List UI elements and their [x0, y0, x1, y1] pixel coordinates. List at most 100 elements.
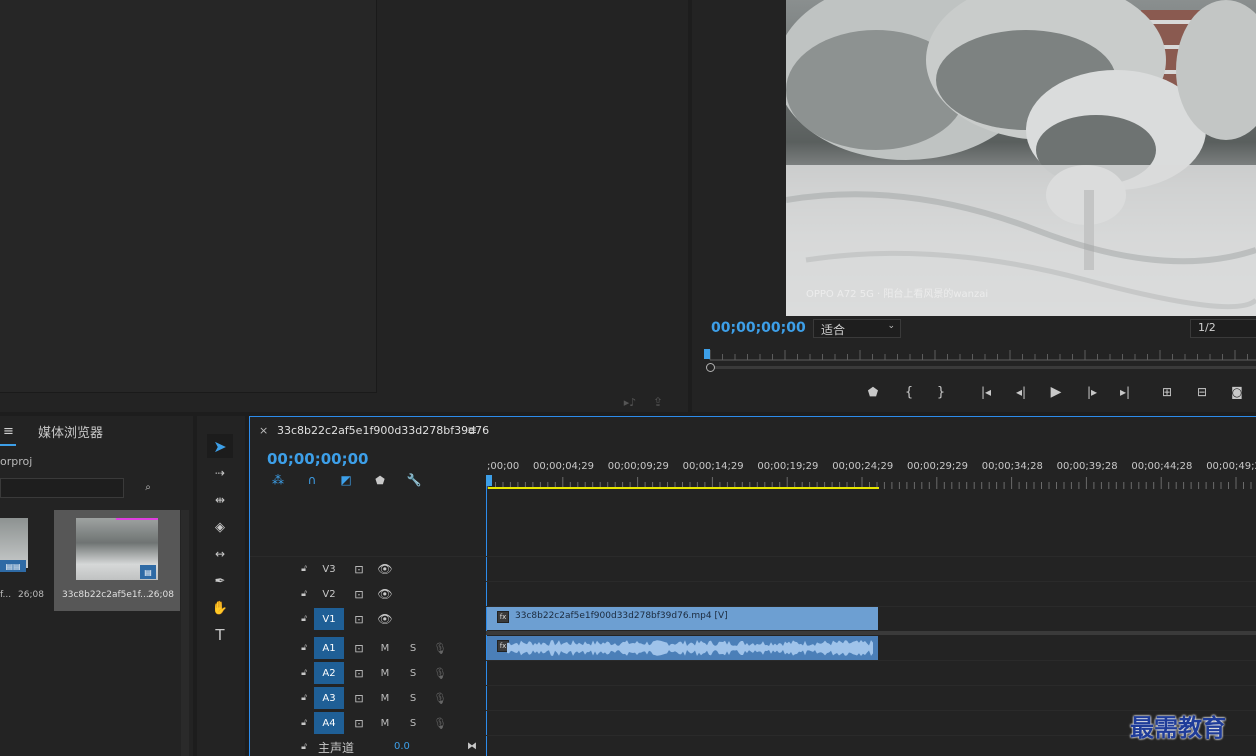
- lock-icon[interactable]: 🔓︎: [298, 691, 310, 705]
- type-tool-icon[interactable]: T: [207, 624, 233, 646]
- sync-lock-icon[interactable]: ⊡: [350, 586, 368, 602]
- track-target-v2[interactable]: V2: [314, 583, 344, 605]
- tab-media-browser[interactable]: 媒体浏览器: [38, 422, 103, 441]
- lift-icon[interactable]: ⊞: [1157, 384, 1177, 400]
- lock-icon[interactable]: 🔓︎: [298, 562, 310, 576]
- ruler-ticks: [709, 350, 1256, 361]
- sync-lock-icon[interactable]: ⊡: [350, 640, 368, 656]
- mute-button[interactable]: M: [378, 665, 392, 681]
- video-clip[interactable]: fx 33c8b22c2af5e1f900d33d278bf39d76.mp4 …: [487, 607, 878, 630]
- nest-icon[interactable]: ⁂: [270, 472, 286, 488]
- microphone-icon[interactable]: 🎙︎: [432, 715, 448, 731]
- wrench-icon[interactable]: 🔧: [406, 472, 422, 488]
- media-item-2[interactable]: ▤ 33c8b22c2af5e1f... 26;08: [54, 510, 180, 611]
- go-to-end-icon[interactable]: ⧓: [464, 739, 480, 753]
- ripple-edit-tool-icon[interactable]: ⇹: [207, 489, 233, 511]
- program-timecode[interactable]: 00;00;00;00: [711, 320, 806, 336]
- track-target-a1[interactable]: A1: [314, 637, 344, 659]
- mute-button[interactable]: M: [378, 715, 392, 731]
- project-panel: ≡ 媒体浏览器 orproj ⌕ ▤▤ f... 26;08 ▤ 33c8b22…: [0, 416, 193, 756]
- step-forward-icon[interactable]: |▸: [1084, 384, 1100, 400]
- solo-button[interactable]: S: [406, 690, 420, 706]
- track-header-v3: 🔓︎ V3 ⊡ 👁︎: [250, 558, 486, 582]
- pen-tool-icon[interactable]: ✒: [207, 570, 233, 592]
- source-monitor-viewer: [0, 0, 377, 393]
- track-header-master: 🔓︎ 主声道 0.0 ⧓: [250, 737, 486, 756]
- mute-button[interactable]: M: [378, 690, 392, 706]
- mark-in-icon[interactable]: {: [902, 384, 916, 400]
- export-frame-icon[interactable]: ⇪: [650, 395, 666, 409]
- microphone-icon[interactable]: 🎙︎: [432, 690, 448, 706]
- extract-icon[interactable]: ⊟: [1192, 384, 1212, 400]
- timeline-playhead[interactable]: [486, 475, 492, 486]
- lock-icon[interactable]: 🔓︎: [298, 612, 310, 626]
- solo-button[interactable]: S: [406, 665, 420, 681]
- chevron-down-icon: ⌄: [887, 321, 895, 331]
- search-icon[interactable]: ⌕: [140, 480, 156, 494]
- lock-icon[interactable]: 🔓︎: [298, 641, 310, 655]
- play-icon[interactable]: ▶: [1048, 384, 1064, 400]
- track-target-v3[interactable]: V3: [314, 558, 344, 580]
- lock-icon[interactable]: 🔓︎: [298, 587, 310, 601]
- eye-icon[interactable]: 👁︎: [376, 586, 394, 602]
- ruler-label: 00;00;49;2: [1206, 461, 1256, 472]
- clip-type-icon: ▤: [140, 565, 156, 579]
- work-area-bar[interactable]: [488, 487, 879, 489]
- media-item-duration: 26;08: [18, 590, 44, 600]
- track-target-a2[interactable]: A2: [314, 662, 344, 684]
- program-mini-ruler[interactable]: [702, 346, 1256, 362]
- go-to-in-icon[interactable]: |◂: [977, 384, 995, 400]
- ruler-label: 00;00;34;28: [981, 461, 1043, 472]
- master-volume[interactable]: 0.0: [394, 741, 410, 752]
- microphone-icon[interactable]: 🎙︎: [432, 665, 448, 681]
- track-header-v1: 🔓︎ V1 ⊡ 👁︎: [250, 608, 486, 632]
- project-tab-menu-icon[interactable]: ≡: [3, 424, 14, 439]
- go-to-out-icon[interactable]: ▸|: [1116, 384, 1134, 400]
- slip-tool-icon[interactable]: ↔: [207, 543, 233, 565]
- track-target-a3[interactable]: A3: [314, 687, 344, 709]
- sequence-tab[interactable]: 33c8b22c2af5e1f900d33d278bf39d76: [277, 424, 489, 437]
- solo-button[interactable]: S: [406, 640, 420, 656]
- search-input[interactable]: [0, 478, 124, 498]
- mark-out-icon[interactable]: }: [934, 384, 948, 400]
- audio-clip[interactable]: fx: [487, 636, 878, 660]
- camera-icon[interactable]: ◙: [1228, 384, 1246, 400]
- sync-lock-icon[interactable]: ⊡: [350, 611, 368, 627]
- playhead-marker[interactable]: [704, 349, 710, 359]
- hand-tool-icon[interactable]: ✋: [207, 597, 233, 619]
- sync-lock-icon[interactable]: ⊡: [350, 665, 368, 681]
- zoom-scrollbar[interactable]: [706, 366, 1256, 369]
- close-icon[interactable]: ×: [259, 424, 268, 437]
- track-header-a4: 🔓︎ A4 ⊡ M S 🎙︎: [250, 712, 486, 736]
- zoom-handle[interactable]: [706, 363, 715, 372]
- timeline-timecode[interactable]: 00;00;00;00: [267, 450, 369, 468]
- linked-selection-icon[interactable]: ◩: [338, 472, 354, 488]
- eye-icon[interactable]: 👁︎: [376, 611, 394, 627]
- track-target-a4[interactable]: A4: [314, 712, 344, 734]
- lock-icon[interactable]: 🔓︎: [298, 716, 310, 730]
- fx-icon: fx: [497, 611, 509, 623]
- export-audio-icon[interactable]: ▸♪: [622, 395, 638, 409]
- mute-button[interactable]: M: [378, 640, 392, 656]
- snap-icon[interactable]: ∩: [304, 472, 320, 488]
- sequence-menu-icon[interactable]: ≡: [467, 423, 477, 437]
- marker-icon[interactable]: ⬟: [866, 384, 880, 400]
- sync-lock-icon[interactable]: ⊡: [350, 715, 368, 731]
- sync-lock-icon[interactable]: ⊡: [350, 561, 368, 577]
- resolution-dropdown[interactable]: 1/2: [1190, 319, 1256, 338]
- eye-icon[interactable]: 👁︎: [376, 561, 394, 577]
- fit-dropdown[interactable]: 适合 ⌄: [813, 319, 901, 338]
- lock-icon[interactable]: 🔓︎: [298, 740, 310, 754]
- razor-tool-icon[interactable]: ◈: [207, 516, 233, 538]
- step-back-icon[interactable]: ◂|: [1013, 384, 1029, 400]
- media-item-1[interactable]: ▤▤ f... 26;08: [0, 510, 52, 610]
- add-marker-icon[interactable]: ⬟: [373, 472, 387, 488]
- selection-tool-icon[interactable]: ➤: [207, 434, 233, 458]
- sync-lock-icon[interactable]: ⊡: [350, 690, 368, 706]
- track-select-tool-icon[interactable]: ⇢: [207, 462, 233, 484]
- microphone-icon[interactable]: 🎙︎: [432, 640, 448, 656]
- track-target-v1[interactable]: V1: [314, 608, 344, 630]
- lock-icon[interactable]: 🔓︎: [298, 666, 310, 680]
- solo-button[interactable]: S: [406, 715, 420, 731]
- project-scrollbar[interactable]: [181, 510, 189, 756]
